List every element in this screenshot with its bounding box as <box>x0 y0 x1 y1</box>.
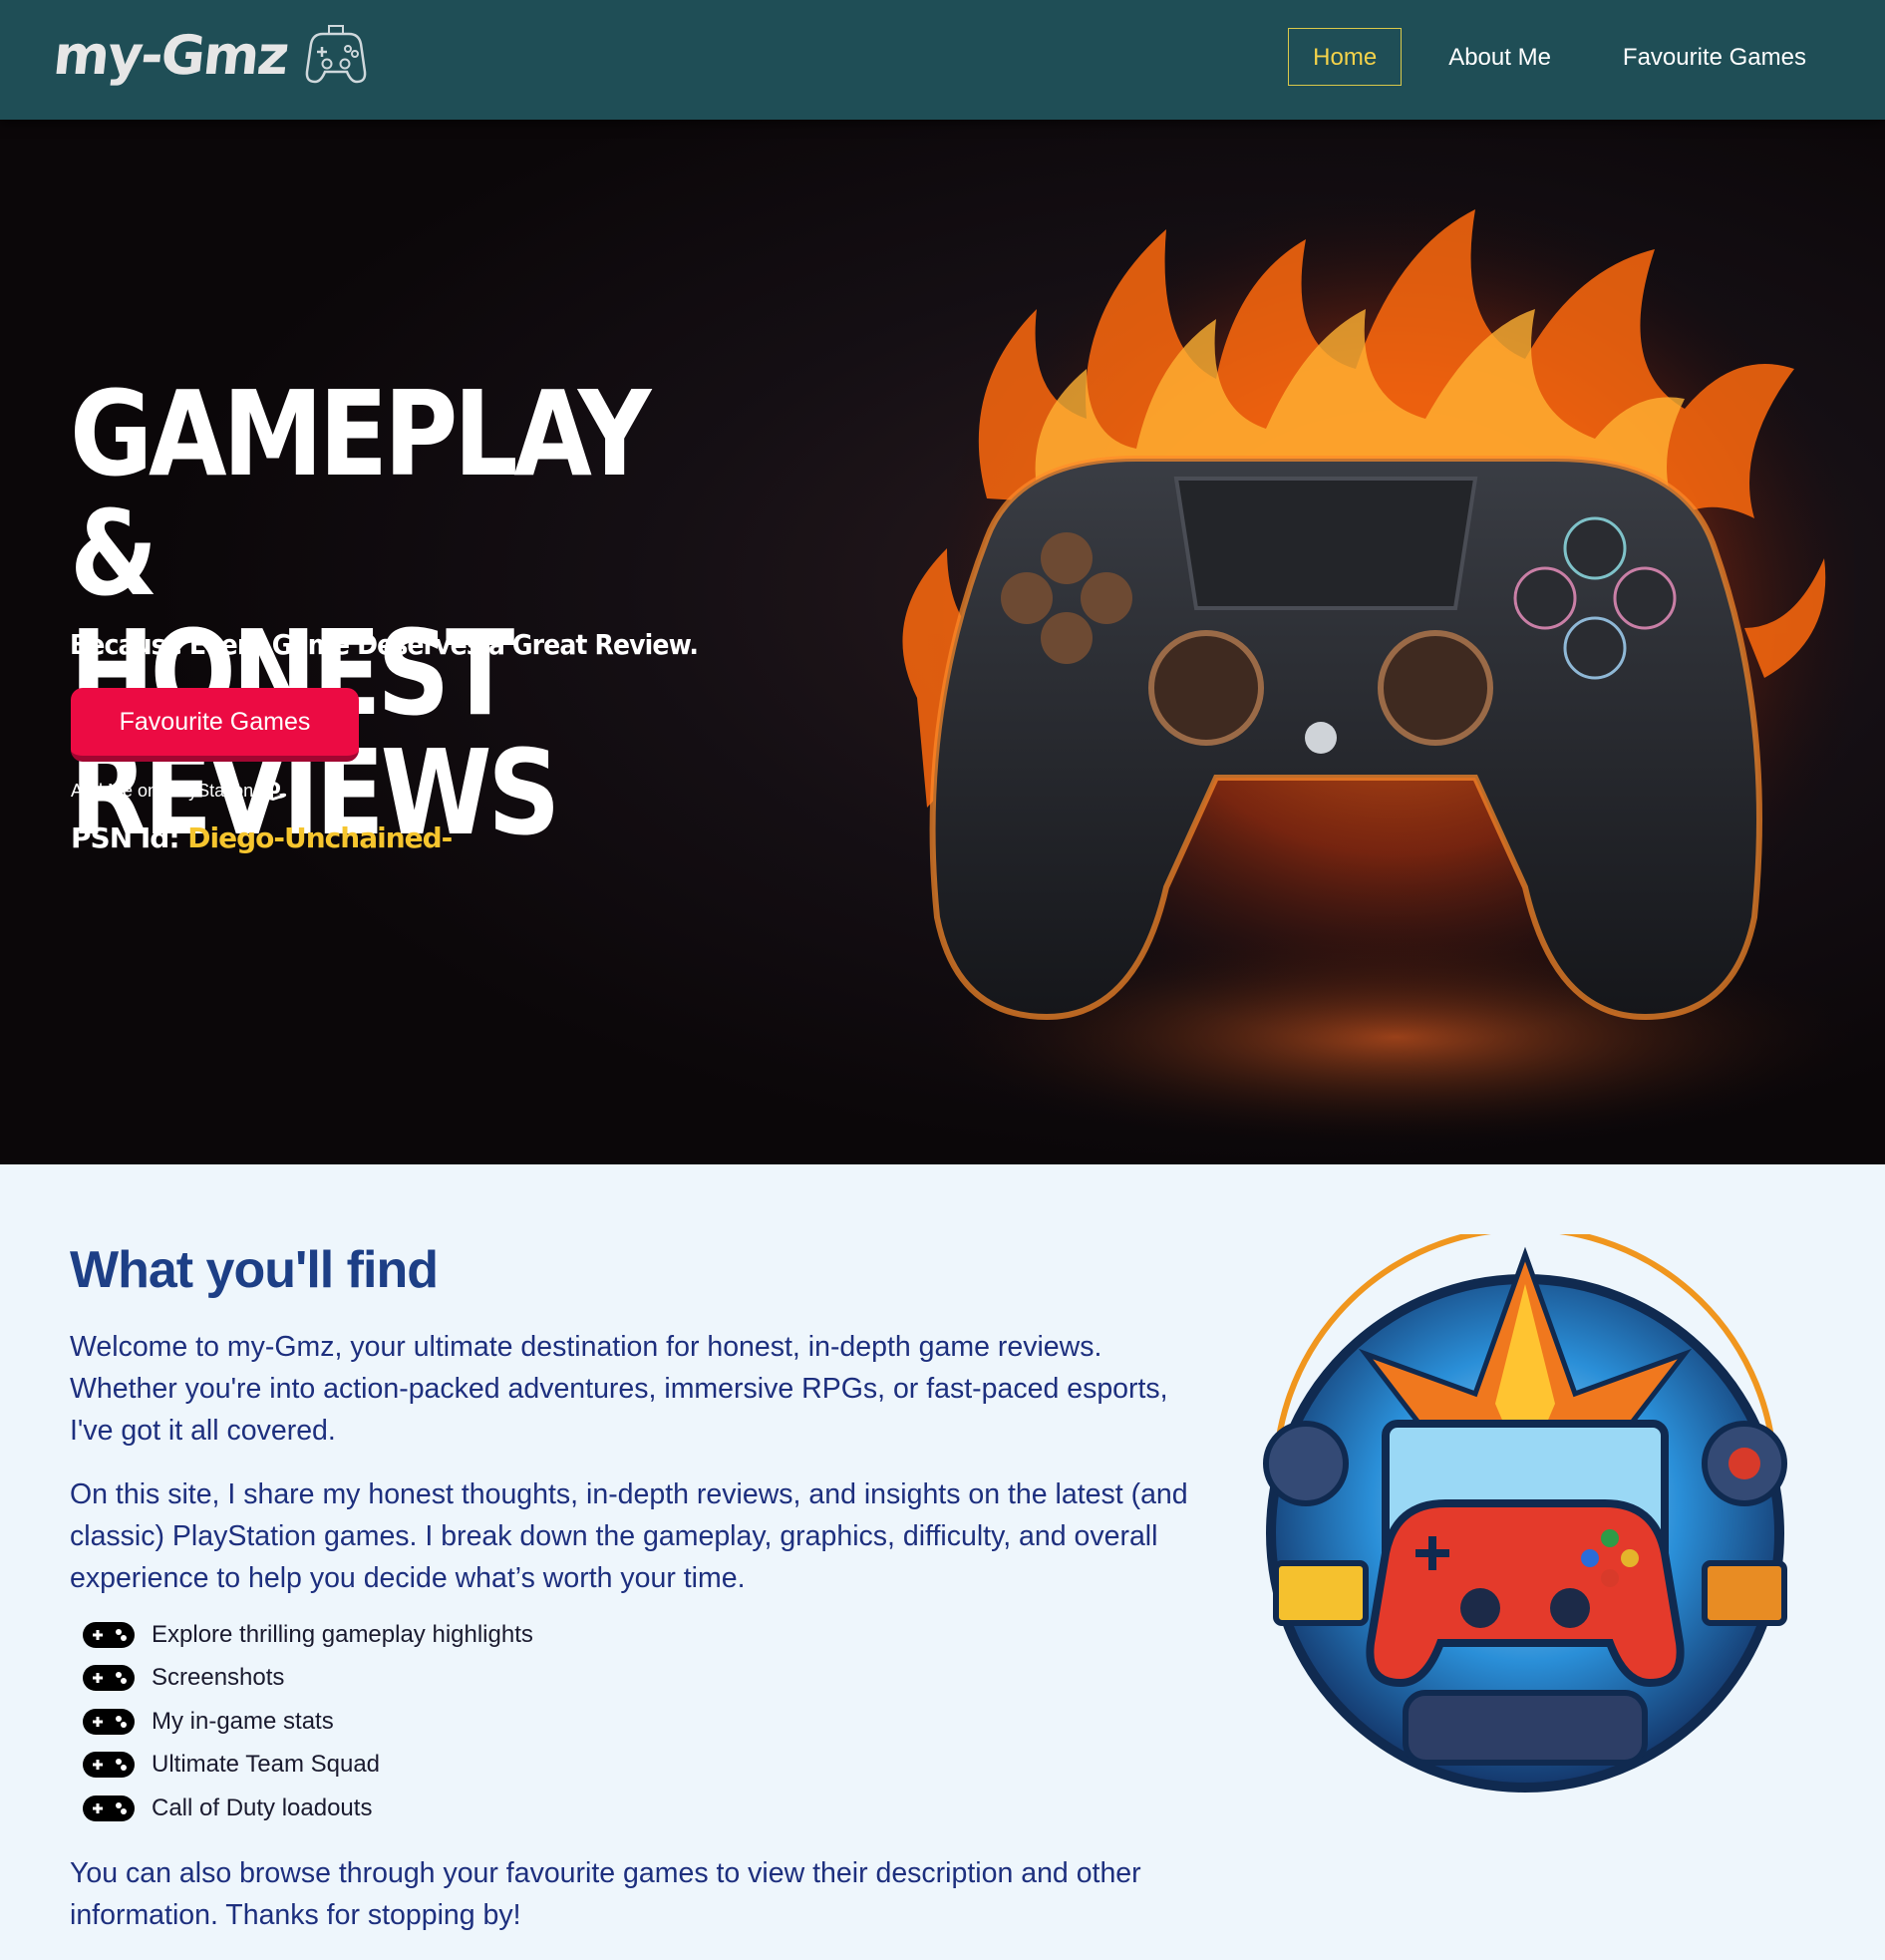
list-item: Screenshots <box>82 1657 533 1701</box>
welcome-paragraph: Welcome to my-Gmz, your ultimate destina… <box>70 1331 1168 1447</box>
list-item-label: Explore thrilling gameplay highlights <box>152 1620 533 1648</box>
list-item-label: Call of Duty loadouts <box>152 1794 373 1821</box>
nav-links: Home About Me Favourite Games <box>1266 28 1831 86</box>
nav-link-home[interactable]: Home <box>1288 28 1403 86</box>
gamepad-icon <box>83 1752 135 1779</box>
site-logo[interactable]: my-Gmz <box>50 22 369 88</box>
gamepad-icon <box>83 1621 135 1648</box>
psn-add-link[interactable]: Add Me on PlayStation <box>71 780 287 802</box>
intro-paragraph: On this site, I share my honest thoughts… <box>70 1478 1188 1594</box>
gamepad-icon <box>83 1708 135 1735</box>
gaming-badge-image <box>1263 1234 1787 1793</box>
hero-section: GAMEPLAY & HONEST REVIEWS Because Every … <box>0 120 1885 1164</box>
feature-list: Explore thrilling gameplay highlights Sc… <box>82 1613 533 1830</box>
list-item: Ultimate Team Squad <box>82 1744 533 1788</box>
nav-link-favourite-games[interactable]: Favourite Games <box>1598 28 1831 86</box>
list-item: Call of Duty loadouts <box>82 1787 533 1830</box>
list-item: Explore thrilling gameplay highlights <box>82 1613 533 1657</box>
psn-id-label: PSN Id: <box>71 821 180 854</box>
gamepad-outline-icon <box>305 25 367 84</box>
hero-subtitle: Because Every Game Deserves a Great Revi… <box>70 628 699 661</box>
list-item: My in-game stats <box>82 1700 533 1744</box>
psn-id: PSN Id: Diego-Unchained- <box>71 821 453 854</box>
nav-link-about-me[interactable]: About Me <box>1423 28 1576 86</box>
list-item-label: Screenshots <box>152 1664 285 1692</box>
flaming-controller-image <box>902 189 1854 1146</box>
playstation-icon <box>259 781 287 801</box>
gamepad-icon <box>83 1795 135 1821</box>
closing-paragraph: You can also browse through your favouri… <box>70 1857 1141 1931</box>
psn-add-label: Add Me on PlayStation <box>71 780 254 801</box>
gamepad-icon <box>83 1665 135 1692</box>
hero-title-line1: GAMEPLAY & <box>70 365 651 622</box>
top-navbar: my-Gmz Home About Me Favourite Games <box>0 0 1885 120</box>
about-section: What you'll find Welcome to my-Gmz, your… <box>0 1164 1885 1960</box>
section-title: What you'll find <box>70 1241 439 1299</box>
logo-text: my-Gmz <box>50 23 291 87</box>
psn-id-value: Diego-Unchained- <box>187 821 453 854</box>
list-item-label: My in-game stats <box>152 1707 334 1735</box>
list-item-label: Ultimate Team Squad <box>152 1751 381 1779</box>
favourite-games-button[interactable]: Favourite Games <box>71 688 359 762</box>
